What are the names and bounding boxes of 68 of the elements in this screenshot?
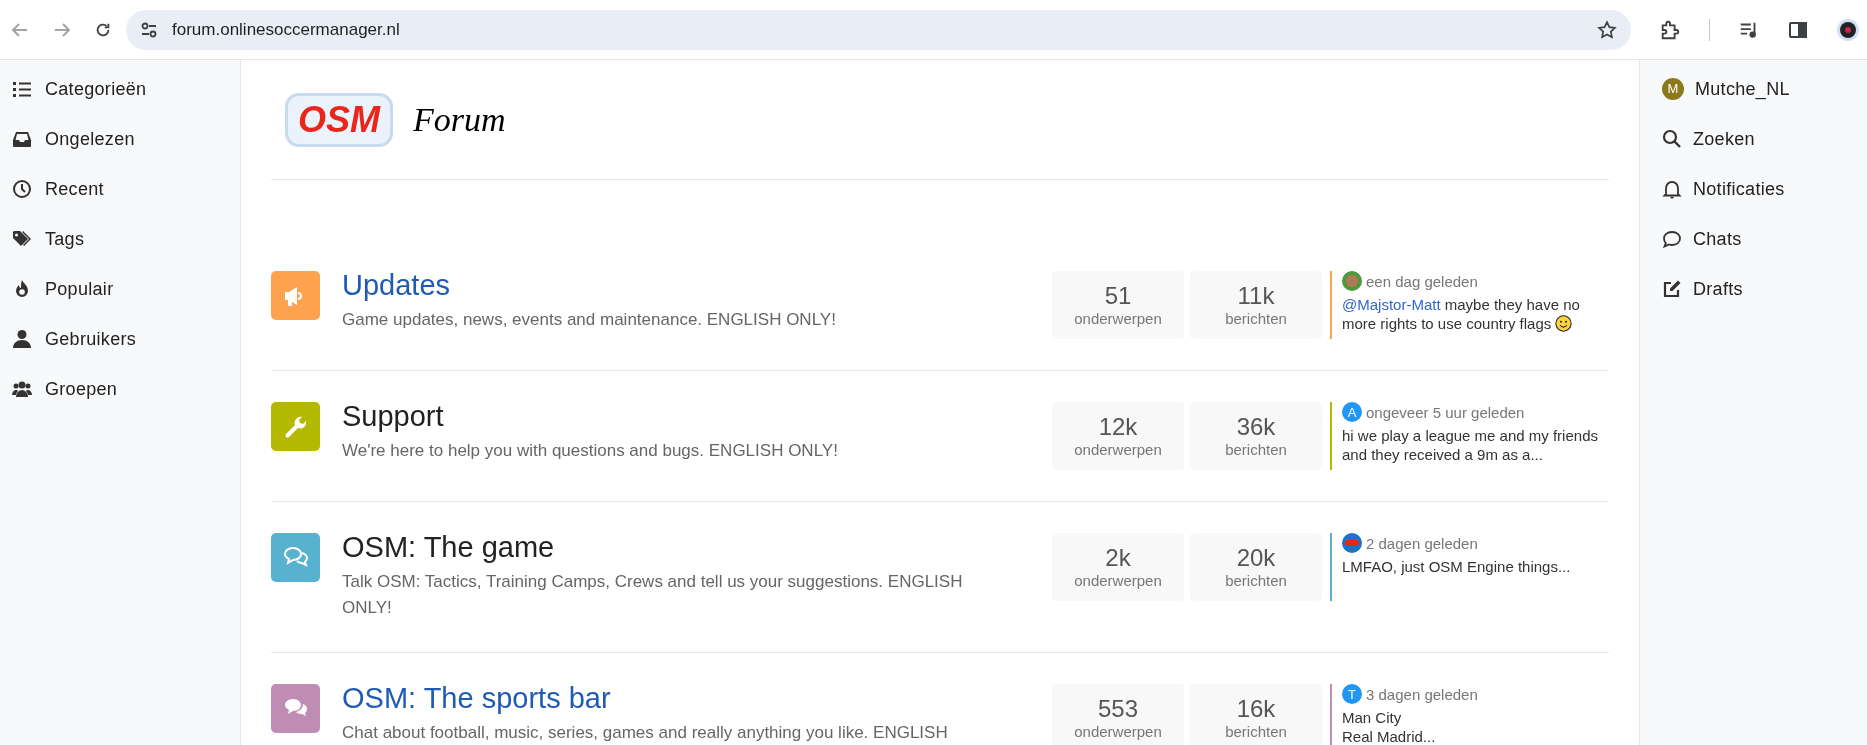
logo-wordmark[interactable]: Forum: [413, 94, 506, 145]
post-excerpt: Man City: [1342, 708, 1403, 727]
sidebar-nav-item[interactable]: Drafts: [1662, 274, 1867, 304]
sidebar-nav-item[interactable]: Ongelezen: [12, 124, 240, 154]
user-avatar: M: [1662, 78, 1684, 100]
post-count: 11k: [1237, 282, 1275, 310]
speech-bubble-icon: [1662, 229, 1682, 249]
post-time-link[interactable]: een dag geleden: [1366, 271, 1478, 291]
tags-icon: [12, 229, 32, 249]
post-excerpt: Real Madrid...: [1342, 727, 1437, 745]
post-count: 16k: [1236, 695, 1276, 723]
sidebar-nav-item[interactable]: Populair: [12, 274, 240, 304]
sidebar-nav-item[interactable]: Chats: [1662, 224, 1867, 254]
logo-mark[interactable]: OSM: [285, 92, 393, 147]
edit-icon: [1662, 279, 1682, 299]
post-excerpt: LMFAO, just OSM Engine things...: [1342, 557, 1572, 576]
count-label: berichten: [1225, 723, 1287, 741]
topic-count: 51: [1104, 282, 1132, 310]
url-text: forum.onlinesoccermanager.nl: [172, 18, 401, 41]
category-description: We're here to help you with questions and bugs. ENGLISH ONLY!: [342, 440, 839, 462]
avatar-photo-placeholder[interactable]: [1342, 271, 1362, 291]
post-time-link[interactable]: ongeveer 5 uur geleden: [1366, 402, 1525, 422]
sidebar-nav-item[interactable]: Recent: [12, 174, 240, 204]
site-settings-icon[interactable]: [140, 20, 158, 39]
count-label: onderwerpen: [1074, 310, 1162, 328]
side-panel-icon[interactable]: [1788, 19, 1808, 40]
post-time-link[interactable]: 3 dagen geleden: [1366, 684, 1478, 704]
post-count: 36k: [1236, 413, 1276, 441]
category-title[interactable]: OSM: The game: [342, 529, 1014, 565]
category-description: Game updates, news, events and maintenance. ENGLISH ONLY!: [342, 309, 837, 331]
inbox-icon: [12, 129, 32, 149]
notification-bell-icon: [1662, 179, 1682, 199]
category-title[interactable]: Support: [342, 398, 1014, 434]
post-excerpt: @Majstor-Matt maybe they have no more rights to use country flags: [1342, 295, 1581, 333]
post-excerpt: hi we play a league me and my friends and they received a 9m as a...: [1342, 426, 1599, 464]
count-label: onderwerpen: [1074, 572, 1162, 590]
count-label: onderwerpen: [1074, 441, 1162, 459]
logo-avatar-icon[interactable]: [1342, 533, 1362, 553]
count-label: berichten: [1225, 572, 1287, 590]
count-label: onderwerpen: [1074, 723, 1162, 741]
category-description: Chat about football, music, series, games and really anything you like. ENGLISH: [342, 722, 949, 744]
sidebar-nav-item[interactable]: Groepen: [12, 374, 240, 404]
bookmark-star-icon[interactable]: [1597, 19, 1617, 40]
user-menu[interactable]: M Mutche_NL: [1662, 74, 1867, 104]
sidebar-nav-item[interactable]: Zoeken: [1662, 124, 1867, 154]
category-description: Talk OSM: Tactics, Training Camps, Crews and tell us your suggestions. ENGLISH ONLY!: [342, 571, 964, 619]
address-bar[interactable]: forum.onlinesoccermanager.nl: [126, 9, 1631, 50]
puzzle-piece-icon[interactable]: [1659, 18, 1681, 41]
list-icon: [12, 79, 32, 99]
mention-link[interactable]: @Majstor-Matt: [1342, 296, 1441, 313]
sidebar-nav-item[interactable]: Categorieën: [12, 74, 240, 104]
user-icon: [12, 329, 32, 349]
clock-icon: [12, 179, 32, 199]
count-label: berichten: [1225, 310, 1287, 328]
profile-avatar-icon[interactable]: [1836, 17, 1860, 42]
search-icon: [1662, 129, 1682, 149]
sidebar-nav-item[interactable]: Gebruikers: [12, 324, 240, 354]
topic-count: 12k: [1098, 413, 1138, 441]
topic-count: 2k: [1105, 544, 1131, 572]
post-time-link[interactable]: 2 dagen geleden: [1366, 533, 1478, 553]
category-title[interactable]: Updates: [342, 267, 1014, 303]
post-count: 20k: [1236, 544, 1276, 572]
users-icon: [12, 379, 32, 399]
topic-count: 553: [1097, 695, 1138, 723]
sidebar-nav-item[interactable]: Notificaties: [1662, 174, 1867, 204]
category-title[interactable]: OSM: The sports bar: [342, 680, 1014, 716]
count-label: berichten: [1225, 441, 1287, 459]
sidebar-nav-item[interactable]: Tags: [12, 224, 240, 254]
